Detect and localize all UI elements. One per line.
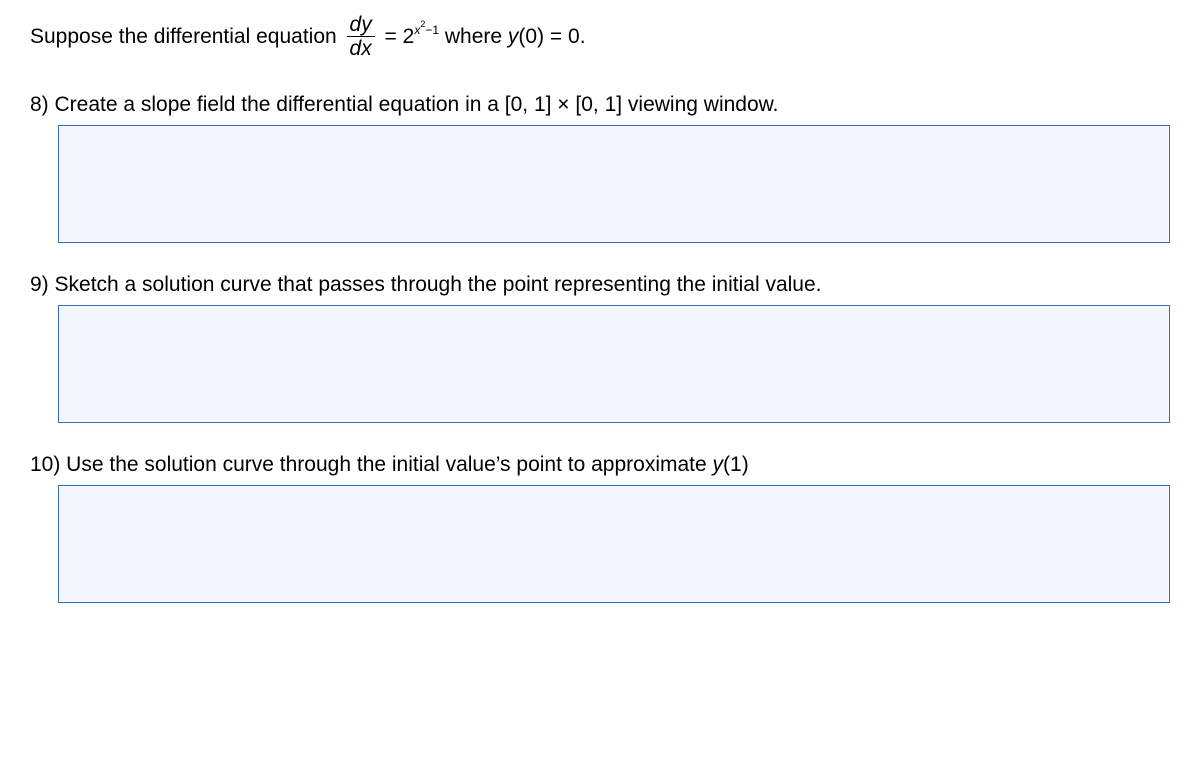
question-10: 10) Use the solution curve through the i…: [30, 453, 1170, 477]
intro-text-3: (0) = 0.: [518, 25, 585, 49]
exponent-squared: 2: [420, 20, 425, 29]
question-8-text: 8) Create a slope field the differential…: [30, 93, 779, 116]
question-10-y: y: [713, 453, 724, 477]
question-10-text-2: (1): [723, 453, 749, 477]
answer-box-8[interactable]: [58, 125, 1170, 243]
fraction-denominator: dx: [347, 36, 375, 59]
base-two: 2: [403, 26, 415, 47]
exponent-minus-one: −1: [425, 24, 439, 36]
question-9: 9) Sketch a solution curve that passes t…: [30, 273, 1170, 297]
equation-rhs: 2 x 2 −1: [403, 26, 439, 47]
question-9-text: 9) Sketch a solution curve that passes t…: [30, 273, 821, 296]
answer-box-10[interactable]: [58, 485, 1170, 603]
fraction-dy-dx: dy dx: [347, 14, 375, 59]
fraction-numerator: dy: [347, 14, 375, 36]
intro-text-2: where: [439, 25, 508, 49]
intro-y: y: [508, 25, 519, 49]
answer-box-9[interactable]: [58, 305, 1170, 423]
equals-sign: =: [379, 25, 403, 49]
question-8: 8) Create a slope field the differential…: [30, 93, 1170, 117]
exponent: x 2 −1: [414, 24, 439, 36]
intro-text-1: Suppose the differential equation: [30, 25, 343, 49]
question-10-text-1: 10) Use the solution curve through the i…: [30, 453, 713, 477]
intro-statement: Suppose the differential equation dy dx …: [30, 14, 1170, 59]
